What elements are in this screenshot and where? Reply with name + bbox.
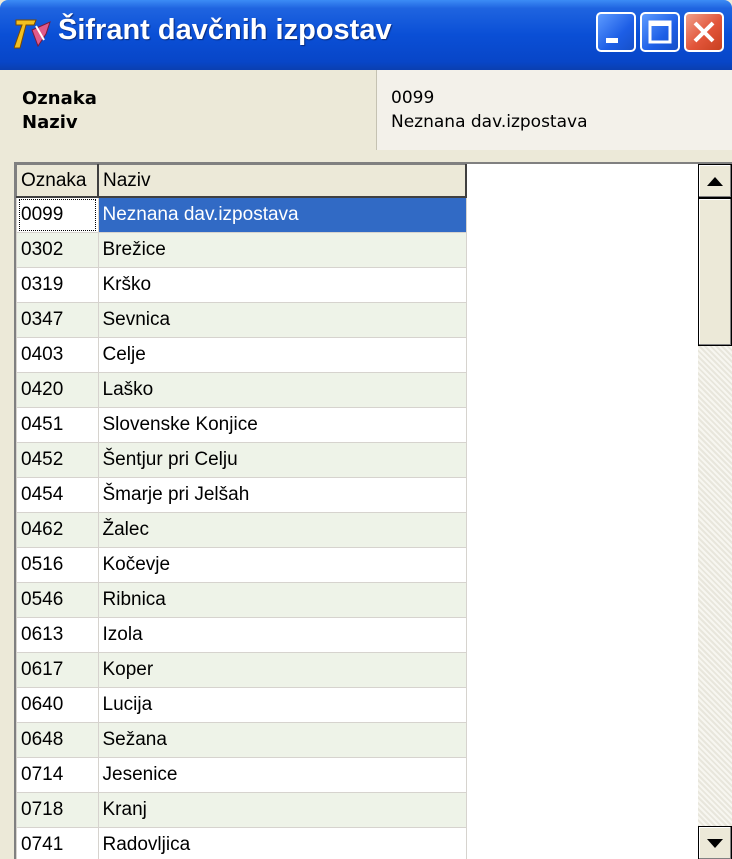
data-grid[interactable]: Oznaka Naziv 0099 Neznana dav.izpostava 03… (14, 162, 732, 859)
value-naziv: Neznana dav.izpostava (391, 112, 588, 132)
cell-oznaka[interactable]: 0741 (16, 827, 99, 859)
cell-naziv[interactable]: Sežana (97, 722, 467, 758)
cell-naziv[interactable]: Neznana dav.izpostava (97, 196, 467, 233)
table-row[interactable]: 0546 Ribnica (16, 582, 467, 618)
grid-header-row: Oznaka Naziv (16, 164, 467, 198)
table-row[interactable]: 0613 Izola (16, 617, 467, 653)
table-row[interactable]: 0714 Jesenice (16, 757, 467, 793)
cell-naziv[interactable]: Šentjur pri Celju (97, 442, 467, 478)
cell-oznaka[interactable]: 0420 (16, 372, 99, 408)
cell-naziv[interactable]: Brežice (97, 232, 467, 268)
minimize-icon (606, 38, 618, 43)
column-header-naziv[interactable]: Naziv (97, 164, 467, 198)
cell-oznaka[interactable]: 0462 (16, 512, 99, 548)
vertical-scrollbar[interactable] (698, 164, 732, 859)
cell-naziv[interactable]: Radovljica (97, 827, 467, 859)
maximize-button[interactable] (640, 12, 680, 52)
app-logo-icon (14, 19, 51, 49)
column-header-oznaka[interactable]: Oznaka (16, 164, 99, 198)
cell-naziv[interactable]: Izola (97, 617, 467, 653)
close-button[interactable] (684, 12, 724, 52)
cell-naziv[interactable]: Žalec (97, 512, 467, 548)
scrollbar-thumb[interactable] (698, 198, 732, 346)
cell-naziv[interactable]: Krško (97, 267, 467, 303)
label-oznaka: Oznaka (22, 88, 97, 109)
cell-oznaka[interactable]: 0617 (16, 652, 99, 688)
cell-oznaka[interactable]: 0648 (16, 722, 99, 758)
table-row[interactable]: 0347 Sevnica (16, 302, 467, 338)
cell-naziv[interactable]: Šmarje pri Jelšah (97, 477, 467, 513)
cell-oznaka[interactable]: 0640 (16, 687, 99, 723)
table-row[interactable]: 0452 Šentjur pri Celju (16, 442, 467, 478)
maximize-icon (648, 20, 672, 44)
cell-naziv[interactable]: Lucija (97, 687, 467, 723)
field-labels: Oznaka Naziv (8, 70, 377, 150)
window: Šifrant davčnih izpostav Oznaka Naziv 00… (0, 0, 732, 859)
grid-table: Oznaka Naziv 0099 Neznana dav.izpostava 03… (16, 164, 467, 859)
field-values: 0099 Neznana dav.izpostava (377, 70, 732, 150)
cell-oznaka[interactable]: 0718 (16, 792, 99, 828)
cell-naziv[interactable]: Kočevje (97, 547, 467, 583)
window-title: Šifrant davčnih izpostav (58, 14, 392, 46)
cell-oznaka[interactable]: 0714 (16, 757, 99, 793)
table-row[interactable]: 0462 Žalec (16, 512, 467, 548)
table-row[interactable]: 0718 Kranj (16, 792, 467, 828)
close-icon (693, 21, 715, 43)
cell-naziv[interactable]: Sevnica (97, 302, 467, 338)
arrow-down-icon (707, 839, 723, 848)
value-oznaka: 0099 (391, 88, 435, 108)
scroll-up-button[interactable] (698, 164, 732, 198)
table-row[interactable]: 0454 Šmarje pri Jelšah (16, 477, 467, 513)
cell-naziv[interactable]: Jesenice (97, 757, 467, 793)
cell-naziv[interactable]: Laško (97, 372, 467, 408)
title-bar[interactable]: Šifrant davčnih izpostav (0, 0, 732, 70)
table-row[interactable]: 0648 Sežana (16, 722, 467, 758)
cell-oznaka[interactable]: 0347 (16, 302, 99, 338)
cell-naziv[interactable]: Slovenske Konjice (97, 407, 467, 443)
arrow-up-icon (707, 177, 723, 186)
table-row[interactable]: 0516 Kočevje (16, 547, 467, 583)
table-row[interactable]: 0420 Laško (16, 372, 467, 408)
cell-oznaka[interactable]: 0302 (16, 232, 99, 268)
cell-oznaka[interactable]: 0451 (16, 407, 99, 443)
cell-oznaka[interactable]: 0546 (16, 582, 99, 618)
table-row[interactable]: 0403 Celje (16, 337, 467, 373)
cell-naziv[interactable]: Kranj (97, 792, 467, 828)
cell-naziv[interactable]: Celje (97, 337, 467, 373)
table-row[interactable]: 0741 Radovljica (16, 827, 467, 859)
table-row[interactable]: 0640 Lucija (16, 687, 467, 723)
cell-oznaka[interactable]: 0452 (16, 442, 99, 478)
cell-oznaka[interactable]: 0403 (16, 337, 99, 373)
table-row[interactable]: 0319 Krško (16, 267, 467, 303)
table-row[interactable]: 0099 Neznana dav.izpostava (16, 196, 467, 233)
record-info-panel: Oznaka Naziv 0099 Neznana dav.izpostava (0, 70, 732, 152)
cell-oznaka[interactable]: 0319 (16, 267, 99, 303)
table-row[interactable]: 0617 Koper (16, 652, 467, 688)
table-row[interactable]: 0302 Brežice (16, 232, 467, 268)
scroll-down-button[interactable] (698, 826, 732, 859)
cell-naziv[interactable]: Koper (97, 652, 467, 688)
minimize-button[interactable] (596, 12, 636, 52)
cell-oznaka[interactable]: 0099 (16, 196, 99, 233)
cell-oznaka[interactable]: 0613 (16, 617, 99, 653)
label-naziv: Naziv (22, 112, 78, 133)
cell-naziv[interactable]: Ribnica (97, 582, 467, 618)
cell-oznaka[interactable]: 0454 (16, 477, 99, 513)
table-row[interactable]: 0451 Slovenske Konjice (16, 407, 467, 443)
cell-oznaka[interactable]: 0516 (16, 547, 99, 583)
